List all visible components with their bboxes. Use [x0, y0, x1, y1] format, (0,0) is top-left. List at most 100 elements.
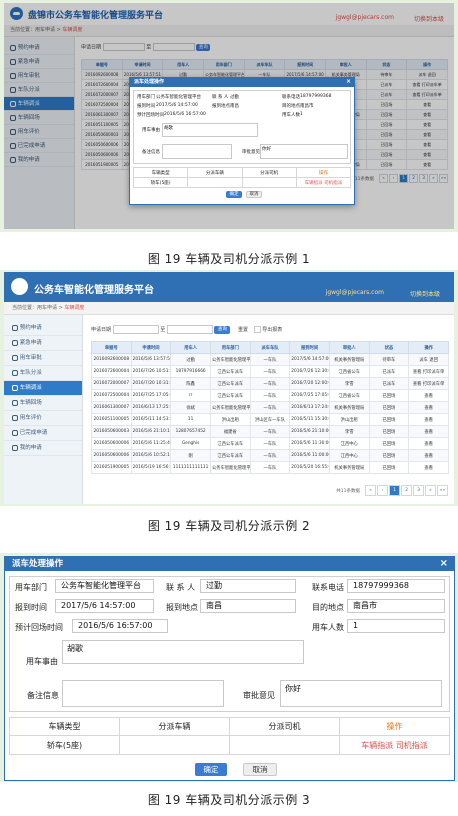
- user-email[interactable]: jgwgl@pjecars.com: [326, 289, 384, 296]
- operation-link[interactable]: 查看: [408, 413, 449, 426]
- prev-page-button[interactable]: ‹: [377, 485, 388, 496]
- assign-driver-link[interactable]: 司机指派: [324, 181, 342, 186]
- dest-field[interactable]: 南昌市: [347, 599, 445, 613]
- table-cell: 2016050600003: [91, 425, 132, 438]
- return-time-field[interactable]: 2016/5/6 16:57:00: [72, 619, 168, 633]
- column-header[interactable]: 申请时间: [130, 341, 172, 354]
- phone-field[interactable]: 18797999368: [347, 579, 445, 593]
- dest-label: 目的地点: [312, 603, 344, 612]
- next-page-button[interactable]: »: [425, 485, 436, 496]
- column-header[interactable]: 操作: [408, 341, 449, 354]
- car-logo-icon: [11, 278, 28, 295]
- reason-textarea[interactable]: 胡歌: [62, 640, 304, 664]
- column-header[interactable]: 用车部门: [209, 341, 251, 354]
- reason-textarea[interactable]: 胡歌: [162, 123, 258, 137]
- table-cell: 机关事务管理局: [328, 401, 370, 414]
- sidebar-item-approval[interactable]: 用车审批: [4, 351, 82, 366]
- table-cell: 2016072000007: [91, 377, 132, 390]
- search-button[interactable]: 查询: [214, 325, 231, 334]
- last-page-button[interactable]: »»: [437, 485, 448, 496]
- sidebar-item-completed[interactable]: 已完成申请: [4, 426, 82, 441]
- sidebar-item-mine[interactable]: 我的申请: [4, 441, 82, 456]
- table-cell: 2016/5/6 21:10:00: [289, 425, 330, 438]
- table-cell: 一车队: [249, 437, 291, 450]
- column-header[interactable]: 状态: [368, 341, 410, 354]
- sidebar-item-dispatch[interactable]: 车辆调派: [4, 381, 82, 396]
- close-icon[interactable]: ×: [346, 78, 351, 85]
- report-place-field[interactable]: 南昌: [200, 599, 296, 613]
- table-cell: 江西公车派车: [209, 377, 251, 390]
- confirm-button[interactable]: 确定: [195, 763, 227, 776]
- table-cell: 李雪: [328, 425, 370, 438]
- operation-link[interactable]: 查看: [408, 389, 449, 402]
- operation-link[interactable]: 查看: [408, 437, 449, 450]
- sidebar-item-return[interactable]: 车辆回场: [4, 396, 82, 411]
- table-cell: 洪山出租: [209, 413, 251, 426]
- sidebar-item-fleet-assign[interactable]: 车队分派: [4, 366, 82, 381]
- table-cell: 2016061300007: [91, 401, 132, 414]
- dept-field[interactable]: 公务车智能化管理平台: [55, 579, 154, 593]
- col-vehicle-type: 车辆类型: [132, 167, 189, 178]
- column-header[interactable]: 报到时间: [289, 341, 330, 354]
- operation-link[interactable]: 派车 退回: [408, 353, 449, 366]
- remark-textarea[interactable]: [62, 680, 224, 707]
- column-header[interactable]: 派车车队: [249, 341, 291, 354]
- column-header[interactable]: 单据号: [91, 341, 132, 354]
- breadcrumb-level1[interactable]: 用车申请: [37, 305, 57, 311]
- date-from-input[interactable]: [112, 325, 159, 334]
- page-button[interactable]: 2: [401, 485, 412, 496]
- status-cell: 已回场: [368, 449, 410, 462]
- assign-vehicle-link[interactable]: 车辆指派: [305, 181, 323, 186]
- col-operation: 操作: [295, 167, 352, 178]
- figure-3-caption: 图 19 车辆及司机分派示例 3: [147, 793, 311, 807]
- contact-field[interactable]: 过勤: [200, 579, 296, 593]
- sidebar-item-label: 车队分派: [19, 370, 42, 376]
- confirm-button[interactable]: 确定: [226, 191, 242, 198]
- cancel-button[interactable]: 取消: [246, 191, 262, 198]
- table-cell: 一车队: [249, 449, 291, 462]
- phone-label: 联系电话: [312, 583, 344, 592]
- operation-link[interactable]: 查看 打印派车单: [408, 377, 449, 390]
- export-checkbox[interactable]: [253, 326, 261, 333]
- table-cell: 公务车智能化管理平台: [209, 461, 251, 474]
- operation-link[interactable]: 查看: [408, 461, 449, 474]
- reason-label: 用车事由: [142, 128, 160, 133]
- operation-link[interactable]: 查看: [408, 401, 449, 414]
- first-page-button[interactable]: «: [365, 485, 376, 496]
- list-icon: [12, 429, 18, 436]
- table-cell: 江西省公车: [328, 389, 370, 402]
- operation-link[interactable]: 查看 打印派车单: [408, 365, 449, 378]
- pager: 共11条数据 «‹ 1 2 3»»»: [336, 485, 448, 496]
- switch-level-link[interactable]: 切换到本级: [410, 289, 440, 298]
- column-header[interactable]: 用车人: [170, 341, 211, 354]
- assign-driver-link[interactable]: 司机指派: [396, 741, 428, 750]
- report-place-label: 报到地点: [166, 603, 198, 612]
- report-time-label: 报到时间: [15, 603, 47, 612]
- table-cell: 江西中心: [328, 437, 370, 450]
- dispatch-table: 单据号 申请时间 用车人 用车部门 派车车队 报到时间 审批人 状态 操作 20160926000…: [91, 341, 449, 474]
- reset-button[interactable]: 重置: [238, 327, 248, 333]
- report-time-field[interactable]: 2017/5/6 14:57:00: [55, 599, 154, 613]
- operation-link[interactable]: 查看: [408, 449, 449, 462]
- date-to-input[interactable]: [166, 325, 213, 334]
- close-icon[interactable]: ×: [440, 558, 448, 569]
- operation-link[interactable]: 查看: [408, 425, 449, 438]
- remark-textarea[interactable]: [162, 144, 232, 159]
- opinion-textarea[interactable]: 你好: [280, 680, 442, 707]
- people-field[interactable]: 1: [347, 619, 445, 633]
- sidebar-item-urgent[interactable]: 紧急申请: [4, 336, 82, 351]
- page-button[interactable]: 3: [413, 485, 424, 496]
- cancel-button[interactable]: 取消: [243, 763, 277, 776]
- sidebar-item-evaluate[interactable]: 用车评价: [4, 411, 82, 426]
- contact-label: 联 系 人: [166, 583, 196, 592]
- table-row: 20160725000042016/7/25 17:05:42rr江西公车派车一…: [91, 389, 449, 402]
- opinion-textarea[interactable]: 你好: [260, 144, 348, 159]
- sidebar-item-reserve[interactable]: 预约申请: [4, 321, 82, 336]
- table-cell: 2017/5/6 14:57:00: [289, 353, 330, 366]
- table-row: 20160720000072016/7/20 10:31:13陈鑫江西公车派车一…: [91, 377, 449, 390]
- column-header[interactable]: 审批人: [328, 341, 370, 354]
- assign-vehicle-link[interactable]: 车辆指派: [361, 741, 393, 750]
- dispatch-dialog: 派车处理操作 × 用车部门 公务车智能化管理平台 联 系 人 过勤 联系电话 1…: [129, 77, 355, 205]
- page-button[interactable]: 1: [389, 485, 400, 496]
- list-icon: [12, 354, 18, 361]
